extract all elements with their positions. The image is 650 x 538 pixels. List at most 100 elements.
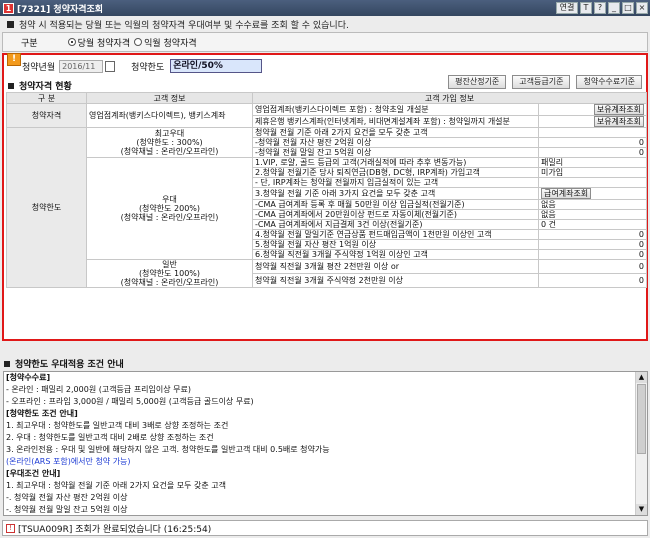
- query-bar: 청약년월 2016/11 청약한도 온라인/50%: [14, 58, 263, 74]
- window-title: [7321] 청약자격조회: [17, 4, 104, 15]
- header-category: 구 분: [6, 92, 87, 104]
- cond-value: [538, 127, 647, 138]
- criteria-buttons: 평잔산정기준 고객등급기준 청약수수료기준: [448, 75, 642, 89]
- radio-next-month[interactable]: 익월 청약자격: [134, 36, 197, 49]
- grade-criteria-button[interactable]: 고객등급기준: [512, 75, 571, 89]
- cond-text: -CMA 급여계좌에서 지급결제 3건 이상(전월기준): [252, 219, 539, 230]
- radio-current-month-label: 당월 청약자격: [77, 38, 131, 49]
- radio-unselected-icon[interactable]: [134, 38, 143, 46]
- info-text: 청약 시 적용되는 당월 또는 익월의 청약자격 우대여부 및 수수료를 조회 …: [19, 20, 349, 31]
- title-bar: 1 [7321] 청약자격조회 연결 T ? _ □ ×: [0, 0, 650, 16]
- cond-value: 없음: [538, 209, 647, 220]
- group-channel: (청약채널 : 온라인/오프라인): [120, 278, 219, 287]
- qualification-table: 구 분 고객 정보 고객 가입 정보 청약자격 영업점계좌(뱅키스다이렉트), …: [6, 92, 647, 288]
- maximize-button[interactable]: □: [622, 2, 634, 14]
- group-channel: (청약채널 : 온라인/오프라인): [120, 213, 219, 222]
- fee-criteria-button[interactable]: 청약수수료기준: [576, 75, 642, 89]
- group-mid-cell: 우대 (청약한도 200%) (청약채널 : 온라인/오프라인): [86, 157, 253, 260]
- group-limit: (청약한도 : 300%): [136, 138, 203, 147]
- vertical-scrollbar[interactable]: ▲ ▼: [635, 372, 647, 515]
- table-header-row: 구 분 고객 정보 고객 가입 정보: [6, 92, 647, 104]
- close-button[interactable]: ×: [636, 2, 648, 14]
- limit-category: 청약한도: [6, 127, 87, 288]
- cond-value: 0: [538, 147, 647, 158]
- cond-action: 급여계좌조회: [538, 187, 647, 200]
- group-name: 우대: [162, 195, 177, 204]
- guide-textarea[interactable]: [청약수수료] - 온라인 : 패밀리 2,000원 (고객등급 프리임이상 무료…: [3, 371, 648, 516]
- section-title: 청약자격 현황: [8, 79, 72, 92]
- cond-value: 없음: [538, 199, 647, 210]
- group-limit: (청약한도 200%): [138, 204, 201, 213]
- qual-category: 청약자격: [6, 103, 87, 128]
- cond-value: 패밀리: [538, 157, 647, 168]
- section-title-text: 청약자격 현황: [19, 82, 72, 92]
- guide-line: 1. 최고우대 : 청약월 전월 기준 아래 2가지 요건을 모두 갖춘 고객: [6, 481, 227, 490]
- cond-text: 청약월 직전월 3개월 주식약정 2천만원 이상: [252, 273, 539, 288]
- guide-section-title-text: 청약한도 우대적용 조건 안내: [15, 360, 124, 370]
- group-limit: (청약한도 100%): [138, 269, 201, 278]
- cond-text: 2.청약월 전월기준 당사 퇴직연금(DB형, DC형, IRP계좌) 가입고객: [252, 167, 539, 178]
- guide-line: 2. 우대 : 청약한도를 일반고객 대비 2배로 상향 조정하는 조건: [6, 433, 214, 442]
- calendar-icon[interactable]: [105, 60, 116, 72]
- radio-next-month-label: 익월 청약자격: [144, 38, 197, 49]
- cond-value: 0: [538, 239, 647, 250]
- guide-line: - 오프라인 : 프라임 3,000원 / 패밀리 5,000원 (고객등급 골…: [6, 397, 254, 406]
- table-row: 일반 (청약한도 100%) (청약채널 : 온라인/오프라인) 청약월 직전월…: [7, 259, 647, 288]
- bullet-icon: [8, 82, 14, 89]
- guide-line: [청약수수료]: [6, 373, 51, 382]
- table-row: 청약한도 최고우대 (청약한도 : 300%) (청약채널 : 온라인/오프라인…: [6, 127, 647, 288]
- window-controls: 연결 T ? _ □ ×: [556, 2, 648, 14]
- guide-line: -. 청약월 전월 말일 잔고 5억원 이상: [6, 505, 128, 514]
- guide-line: [청약한도 조건 안내]: [6, 409, 78, 418]
- cond-value: 0: [538, 137, 647, 148]
- group-name: 일반: [162, 260, 177, 270]
- gubun-label: 구분: [21, 38, 38, 49]
- date-label: 청약년월: [22, 62, 56, 73]
- guide-section-title: 청약한도 우대적용 조건 안내: [4, 357, 124, 370]
- scroll-up-icon[interactable]: ▲: [636, 372, 647, 383]
- gubun-panel: 구분 당월 청약자격 익월 청약자격: [2, 32, 648, 52]
- date-field[interactable]: 2016/11: [59, 59, 104, 73]
- help-button[interactable]: ?: [594, 2, 606, 14]
- app-icon: 1: [3, 2, 14, 14]
- minimize-button[interactable]: _: [608, 2, 620, 14]
- link-button[interactable]: 연결: [556, 2, 578, 14]
- cond-text: 5.청약월 전월 자산 평잔 1억원 이상: [252, 239, 539, 250]
- qual-row-action: 보유계좌조회: [538, 115, 647, 128]
- radio-current-month[interactable]: 당월 청약자격: [67, 36, 131, 49]
- qual-customer: 영업점계좌(뱅키스다이렉트), 뱅키스계좌: [86, 103, 253, 128]
- guide-line: [우대조건 안내]: [6, 469, 61, 478]
- guide-lines: [청약수수료] - 온라인 : 패밀리 2,000원 (고객등급 프리임이상 무료…: [4, 372, 647, 515]
- cond-value: 0: [538, 229, 647, 240]
- header-customer: 고객 정보: [86, 92, 253, 104]
- qual-row-text: 제휴은행 뱅키스계좌(인터넷계좌, 비대면계설계좌 포함) : 청약일까지 개설…: [252, 115, 539, 128]
- cond-text: 청약월 전월 기준 아래 2가지 요건을 모두 갖춘 고객: [252, 127, 539, 138]
- cond-text: 3.청약월 전월 기준 아래 3가지 요건을 모두 갖춘 고객: [252, 187, 539, 200]
- cond-value: 0: [538, 273, 647, 288]
- topmost-button[interactable]: T: [580, 2, 592, 14]
- cond-text: 6.청약월 직전월 3개월 주식약정 1억원 이상인 고객: [252, 249, 539, 260]
- account-lookup-button[interactable]: 보유계좌조회: [593, 116, 644, 127]
- bullet-icon: [7, 20, 14, 28]
- cond-value: 0: [538, 249, 647, 260]
- cond-text: -CMA 급여계좌에서 20만원이상 펀드로 자동이체(전월기준): [252, 209, 539, 220]
- scroll-down-icon[interactable]: ▼: [636, 504, 647, 515]
- account-lookup-button[interactable]: 보유계좌조회: [593, 104, 644, 115]
- table-row: 청약자격 영업점계좌(뱅키스다이렉트), 뱅키스계좌 영업점계좌(뱅키스다이렉트…: [6, 103, 647, 128]
- cond-text: 4.청약월 전월 말일기준 연금상품 펀드매입금액이 1천만원 이상인 고객: [252, 229, 539, 240]
- radio-selected-icon[interactable]: [67, 38, 76, 46]
- status-bar: ! [TSUA009R] 조회가 완료되었습니다 (16:25:54): [2, 520, 648, 536]
- cond-text: 청약월 직전월 3개월 평잔 2천만원 이상 or: [252, 259, 539, 274]
- scroll-thumb[interactable]: [637, 384, 646, 454]
- cond-text: -CMA 급여계좌 등록 후 매월 50만원 이상 입금실적(전월기준): [252, 199, 539, 210]
- cond-value: 0 건: [538, 219, 647, 230]
- info-bar: 청약 시 적용되는 당월 또는 익월의 청약자격 우대여부 및 수수료를 조회 …: [2, 16, 648, 32]
- qual-row-action: 보유계좌조회: [538, 103, 647, 116]
- header-subscription: 고객 가입 정보: [252, 92, 647, 104]
- guide-line: 1. 최고우대 : 청약한도를 일반고객 대비 3배로 상향 조정하는 조건: [6, 421, 229, 430]
- cond-value: [538, 177, 647, 188]
- cond-text: -청약월 전월 말일 잔고 5억원 이상: [252, 147, 539, 158]
- cond-text: - 단, IRP계좌는 청약월 전월까지 입금실적이 있는 고객: [252, 177, 539, 188]
- balance-criteria-button[interactable]: 평잔산정기준: [448, 75, 507, 89]
- salary-account-button[interactable]: 급여계좌조회: [541, 188, 592, 199]
